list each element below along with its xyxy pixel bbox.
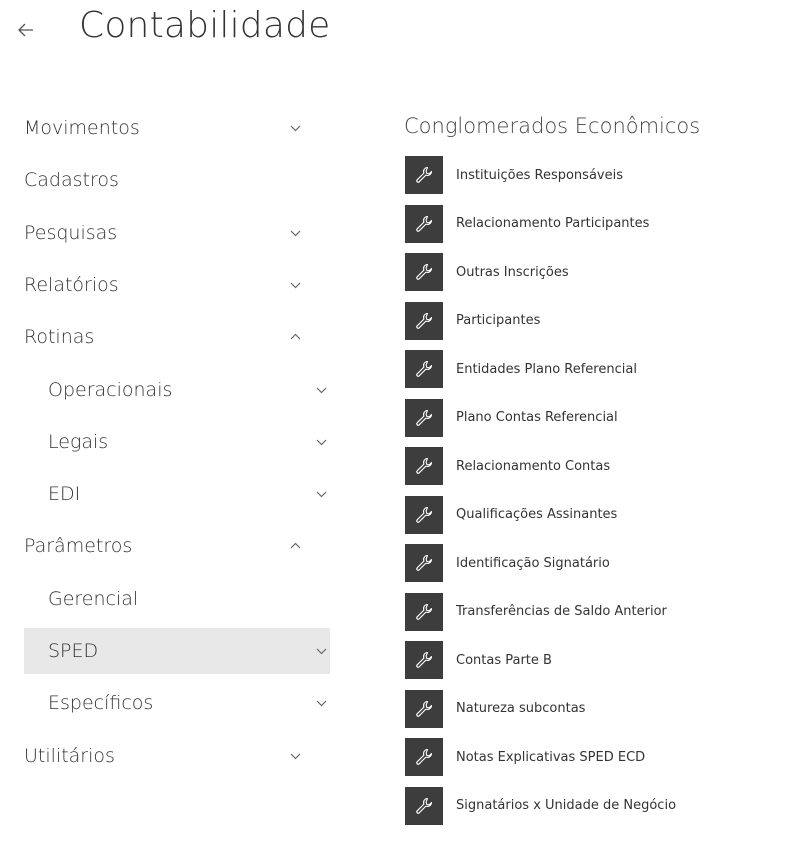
action-item[interactable]: Notas Explicativas SPED ECD	[405, 737, 775, 777]
chevron-up-icon[interactable]	[288, 330, 302, 344]
action-item[interactable]: Signatários x Unidade de Negócio	[405, 786, 775, 826]
action-label[interactable]: Outras Inscrições	[456, 265, 569, 280]
chevron-down-icon[interactable]	[314, 435, 328, 449]
wrench-icon[interactable]	[405, 738, 443, 776]
wrench-icon[interactable]	[405, 301, 443, 340]
chevron-down-icon[interactable]	[314, 696, 328, 710]
menu-item-movimentos[interactable]: Movimentos	[24, 105, 330, 151]
menu-item-pesquisas[interactable]: Pesquisas	[24, 210, 330, 256]
menu-item-utilitarios[interactable]: Utilitários	[24, 733, 330, 779]
chevron-down-icon[interactable]	[314, 487, 328, 501]
action-item[interactable]: Relacionamento Participantes	[405, 204, 775, 244]
chevron-down-icon[interactable]	[314, 383, 328, 397]
menu-item-label: Operacionais	[48, 378, 173, 401]
action-label[interactable]: Relacionamento Participantes	[456, 216, 649, 231]
wrench-icon[interactable]	[405, 786, 443, 825]
action-label[interactable]: Transferências de Saldo Anterior	[456, 604, 667, 619]
action-item[interactable]: Contas Parte B	[405, 640, 775, 680]
action-label[interactable]: Signatários x Unidade de Negócio	[456, 798, 676, 813]
wrench-icon[interactable]	[405, 544, 443, 582]
section-title: Conglomerados Econômicos	[404, 114, 701, 138]
action-item[interactable]: Transferências de Saldo Anterior	[405, 592, 775, 632]
wrench-icon[interactable]	[405, 495, 443, 534]
wrench-icon[interactable]	[405, 350, 443, 388]
menu-item-cadastros[interactable]: Cadastros	[24, 157, 330, 203]
chevron-down-icon[interactable]	[288, 749, 302, 763]
action-item[interactable]: Outras Inscrições	[405, 252, 775, 292]
page-header: Contabilidade	[0, 0, 786, 70]
menu-item-parametros[interactable]: Parâmetros	[24, 523, 330, 569]
action-label[interactable]: Instituições Responsáveis	[456, 168, 623, 183]
action-label[interactable]: Entidades Plano Referencial	[456, 362, 637, 377]
menu-item-label: Legais	[48, 430, 109, 453]
menu-item-legais[interactable]: Legais	[24, 419, 330, 465]
wrench-icon[interactable]	[405, 156, 443, 194]
menu-item-label: Específicos	[48, 692, 154, 715]
wrench-icon[interactable]	[405, 398, 443, 437]
chevron-down-icon[interactable]	[288, 121, 302, 135]
action-label[interactable]: Natureza subcontas	[456, 701, 585, 716]
wrench-icon[interactable]	[405, 641, 443, 679]
menu-item-relatorios[interactable]: Relatórios	[24, 262, 330, 308]
menu-item-label: Gerencial	[48, 587, 139, 610]
menu-item-rotinas[interactable]: Rotinas	[24, 314, 330, 360]
chevron-down-icon[interactable]	[314, 644, 328, 658]
action-item[interactable]: Entidades Plano Referencial	[405, 349, 775, 389]
menu-item-operacionais[interactable]: Operacionais	[24, 367, 330, 413]
menu-item-label: EDI	[48, 483, 81, 506]
action-label[interactable]: Plano Contas Referencial	[456, 410, 618, 425]
menu-item-label: Cadastros	[24, 169, 119, 192]
chevron-down-icon[interactable]	[288, 226, 302, 240]
page-title: Contabilidade	[79, 5, 331, 46]
action-item[interactable]: Plano Contas Referencial	[405, 398, 775, 438]
menu-item-sped[interactable]: SPED	[24, 628, 330, 674]
arrow-left-icon[interactable]	[18, 18, 34, 42]
menu-item-label: Pesquisas	[24, 221, 118, 244]
wrench-icon[interactable]	[405, 253, 443, 291]
action-item[interactable]: Participantes	[405, 301, 775, 341]
action-label[interactable]: Relacionamento Contas	[456, 459, 610, 474]
menu-item-especificos[interactable]: Específicos	[24, 680, 330, 726]
menu-item-gerencial[interactable]: Gerencial	[24, 576, 330, 622]
menu-item-label: Parâmetros	[24, 535, 133, 558]
wrench-icon[interactable]	[405, 204, 443, 243]
action-item[interactable]: Identificação Signatário	[405, 543, 775, 583]
menu-item-label: Relatórios	[24, 273, 119, 296]
menu-item-label: SPED	[48, 640, 99, 662]
action-label[interactable]: Identificação Signatário	[456, 556, 610, 571]
action-item[interactable]: Natureza subcontas	[405, 689, 775, 729]
menu-item-edi[interactable]: EDI	[24, 471, 330, 517]
wrench-icon[interactable]	[405, 592, 443, 631]
chevron-down-icon[interactable]	[288, 278, 302, 292]
menu-item-label: Utilitários	[24, 744, 115, 767]
chevron-up-icon[interactable]	[288, 539, 302, 553]
action-item[interactable]: Instituições Responsáveis	[405, 155, 775, 195]
menu-item-label: Rotinas	[24, 326, 95, 349]
action-label[interactable]: Qualificações Assinantes	[456, 507, 617, 522]
action-item[interactable]: Qualificações Assinantes	[405, 495, 775, 535]
action-label[interactable]: Participantes	[456, 313, 540, 328]
action-item[interactable]: Relacionamento Contas	[405, 446, 775, 486]
action-label[interactable]: Notas Explicativas SPED ECD	[456, 750, 645, 765]
menu-item-label: Movimentos	[24, 117, 140, 139]
wrench-icon[interactable]	[405, 447, 443, 485]
wrench-icon[interactable]	[405, 689, 443, 728]
action-label[interactable]: Contas Parte B	[456, 653, 552, 668]
